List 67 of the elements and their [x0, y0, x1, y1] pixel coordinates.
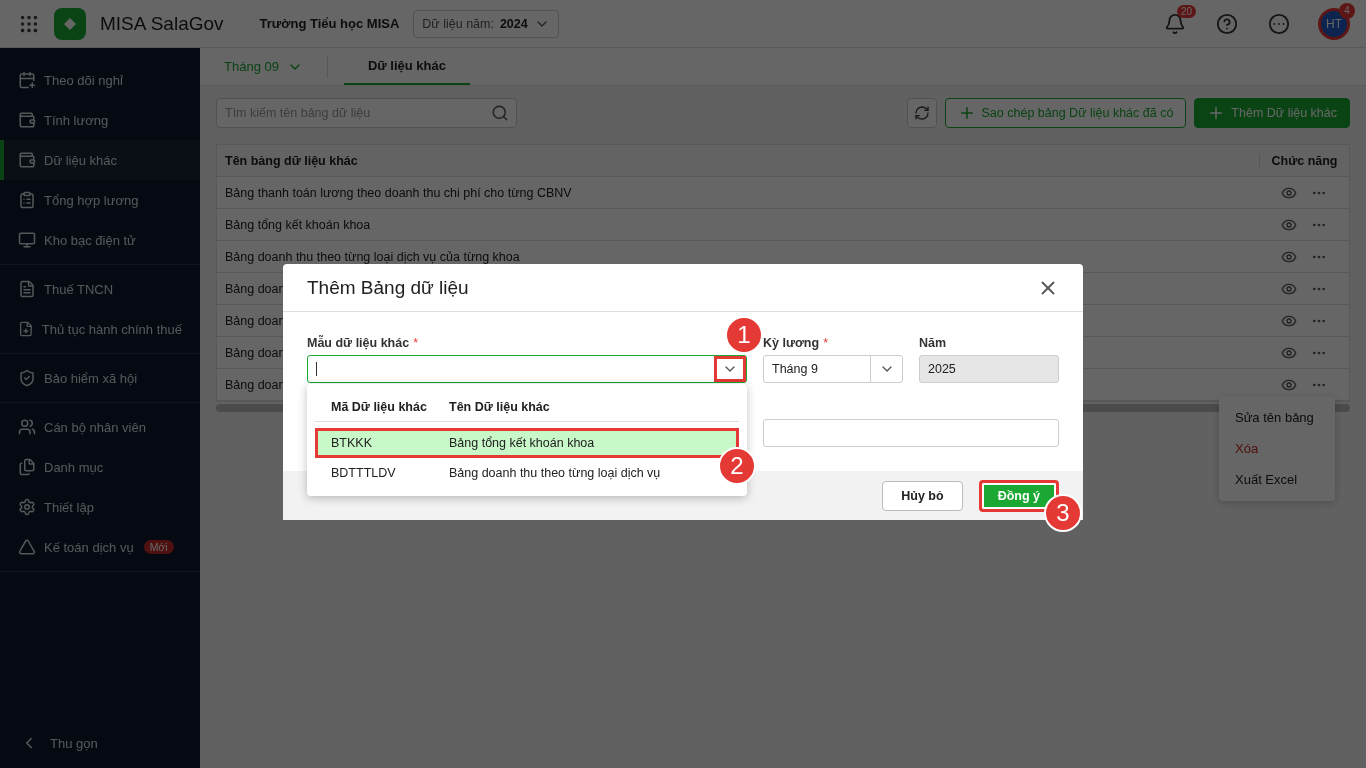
document-icon [18, 280, 36, 298]
calendar-icon [18, 71, 36, 89]
sidebar-item[interactable]: Tính lương [0, 100, 200, 140]
wallet-icon [18, 151, 36, 169]
settings-icon [18, 498, 36, 516]
tab[interactable]: Dữ liệu khác [343, 48, 470, 85]
more-icon [1268, 12, 1290, 35]
refresh-icon [913, 105, 930, 121]
app-name: MISA SalaGov [100, 12, 224, 35]
menu-item[interactable]: Xóa [1219, 433, 1335, 464]
required-mark: * [823, 336, 828, 350]
help-icon [1216, 12, 1238, 35]
notification-count: 20 [1176, 4, 1196, 18]
step-number-badge: 1 [725, 316, 763, 354]
new-badge: Mới [143, 540, 174, 554]
clipboard-icon [18, 191, 36, 209]
sidebar-item[interactable]: Tổng hợp lương [0, 180, 200, 220]
sidebar-item[interactable]: Thuế TNCN [0, 269, 200, 309]
triangle-icon [18, 538, 36, 556]
column-header: Mã Dữ liệu khác [331, 399, 428, 414]
table-cell-text: Bảng doanh thu theo từng loại dịch vụ của từng khoa [224, 249, 520, 264]
sidebar-item[interactable]: Danh mục [0, 447, 200, 487]
add-data-button[interactable]: Thêm Dữ liệu khác [1194, 98, 1350, 128]
dialog-title: Thêm Bảng dữ liệu [307, 276, 469, 299]
column-header: Chức năng [1259, 153, 1349, 168]
sidebar-item[interactable]: Kho bạc điện tử [0, 220, 200, 260]
readonly-field: 2025 [919, 355, 1059, 383]
sidebar-item[interactable]: Bảo hiểm xã hội [0, 358, 200, 398]
app-logo-icon [54, 7, 86, 40]
monitor-icon [18, 231, 36, 249]
table-cell-text: Bảng tổng kết khoán khoa [224, 217, 371, 232]
sidebar-item[interactable]: Dữ liệu khác [0, 140, 200, 180]
search-icon [491, 104, 509, 122]
menu-item[interactable]: Xuất Excel [1219, 464, 1335, 495]
sidebar-item[interactable]: Cán bộ nhân viên [0, 407, 200, 447]
people-icon [18, 418, 36, 436]
combo-field[interactable] [307, 355, 747, 383]
document-plus-icon [18, 320, 34, 338]
cancel-button[interactable]: Hủy bỏ [882, 480, 963, 511]
field-label: Năm [919, 336, 947, 350]
required-mark: * [413, 336, 418, 350]
field-label: Kỳ lương [763, 336, 820, 350]
dropdown-toggle[interactable] [714, 356, 746, 382]
documents-icon [18, 458, 36, 476]
sidebar-item[interactable]: Thủ tục hành chính thuế [0, 309, 200, 349]
sidebar-item[interactable]: Thiết lập [0, 487, 200, 527]
organization-name: Trường Tiểu học MISA [259, 16, 400, 31]
menu-item[interactable]: Sửa tên bảng [1219, 402, 1335, 433]
text-cursor [316, 362, 317, 376]
avatar-badge: 4 [1339, 2, 1355, 19]
step-number-badge: 3 [1044, 494, 1082, 532]
month-dropdown[interactable]: Tháng 09 [216, 55, 328, 78]
collapse-link[interactable]: Thu gọn [0, 718, 200, 768]
copy-table-button[interactable]: Sao chép bảng Dữ liệu khác đã có [944, 98, 1187, 128]
sidebar-item[interactable]: Theo dõi nghỉ [0, 60, 200, 100]
refresh-button[interactable] [906, 98, 937, 128]
sidebar-item[interactable]: Kế toán dịch vụ Mới [0, 527, 200, 567]
dropdown-option[interactable]: BTKKK Bảng tổng kết khoán khoa [315, 428, 739, 458]
column-header: Tên Dữ liệu khác [449, 399, 551, 414]
wallet-icon [18, 111, 36, 129]
select-field[interactable]: Tháng 9 [763, 355, 903, 383]
table-cell-text: Bảng thanh toán lương theo doanh thu chi phí cho từng CBNV [224, 185, 572, 200]
year-picker[interactable]: Dữ liệu năm: 2024 [413, 9, 559, 38]
field-label: Mẫu dữ liệu khác [307, 336, 410, 350]
input-field[interactable] [763, 419, 1059, 447]
shield-icon [18, 369, 36, 387]
column-header: Tên bảng dữ liệu khác [224, 153, 358, 168]
